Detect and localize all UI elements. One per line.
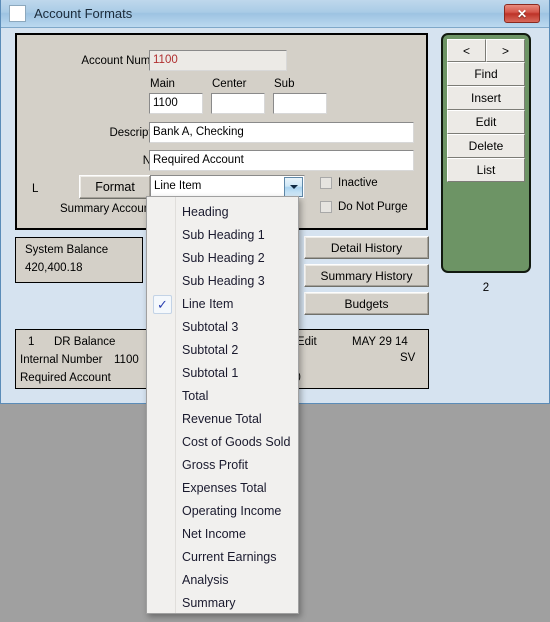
dropdown-item-label: Sub Heading 2	[182, 251, 265, 265]
window-title: Account Formats	[34, 6, 133, 21]
dropdown-item-label: Revenue Total	[182, 412, 262, 426]
sub-label: Sub	[274, 78, 295, 90]
dropdown-item-label: Subtotal 3	[182, 320, 239, 334]
account-number-field[interactable]: 1100	[149, 50, 287, 71]
chevron-down-icon[interactable]	[284, 177, 303, 197]
dropdown-item[interactable]: Operating Income	[147, 500, 298, 523]
dropdown-item[interactable]: Subtotal 2	[147, 339, 298, 362]
dropdown-item[interactable]: Heading	[147, 201, 298, 224]
sub-field[interactable]	[273, 93, 327, 114]
dropdown-item[interactable]: Subtotal 3	[147, 316, 298, 339]
dropdown-item[interactable]: Sub Heading 2	[147, 247, 298, 270]
do-not-purge-checkbox-label: Do Not Purge	[338, 201, 408, 213]
inactive-checkbox-label: Inactive	[338, 177, 378, 189]
budgets-button[interactable]: Budgets	[304, 292, 429, 315]
dropdown-item-label: Expenses Total	[182, 481, 267, 495]
dropdown-item[interactable]: Cost of Goods Sold	[147, 431, 298, 454]
checkbox-box	[320, 201, 332, 213]
dropdown-item-label: Summary	[182, 596, 236, 610]
l-label: L	[32, 183, 39, 195]
last-edit-user: SV	[400, 352, 416, 364]
last-edit-date: MAY 29 14	[352, 336, 408, 348]
dropdown-item[interactable]: ✓ Line Item	[147, 293, 298, 316]
inactive-checkbox[interactable]: Inactive	[320, 177, 378, 189]
status-note: Required Account	[20, 372, 111, 384]
dropdown-item[interactable]: Analysis	[147, 569, 298, 592]
dropdown-item-label: Net Income	[182, 527, 246, 541]
dropdown-item-label: Current Earnings	[182, 550, 277, 564]
dropdown-item[interactable]: Revenue Total	[147, 408, 298, 431]
system-balance-value: 420,400.18	[25, 262, 83, 274]
dropdown-item[interactable]: Current Earnings	[147, 546, 298, 569]
note-field[interactable]: Required Account	[149, 150, 414, 171]
close-icon[interactable]: ✕	[504, 4, 540, 23]
system-balance-box: System Balance 420,400.18	[15, 237, 143, 283]
dropdown-item[interactable]: Subtotal 1	[147, 362, 298, 385]
main-label: Main	[150, 78, 175, 90]
main-field[interactable]: 1100	[149, 93, 203, 114]
dropdown-item-label: Gross Profit	[182, 458, 248, 472]
record-navigation-panel: < > Find Insert Edit Delete List	[441, 33, 531, 273]
dropdown-items: Heading Sub Heading 1 Sub Heading 2 Sub Hea…	[147, 201, 298, 615]
internal-number-value: 1100	[114, 354, 139, 366]
checkbox-box	[320, 177, 332, 189]
dropdown-item-label: Subtotal 1	[182, 366, 239, 380]
delete-button[interactable]: Delete	[447, 134, 525, 158]
dropdown-item-label: Subtotal 2	[182, 343, 239, 357]
format-button[interactable]: Format	[79, 175, 151, 199]
find-button[interactable]: Find	[447, 62, 525, 86]
format-combobox-value: Line Item	[154, 180, 202, 192]
center-label: Center	[212, 78, 247, 90]
summary-account-label: Summary Account	[60, 203, 154, 215]
dropdown-item-label: Total	[182, 389, 209, 403]
dropdown-item-label: Sub Heading 1	[182, 228, 265, 242]
next-record-button[interactable]: >	[486, 39, 525, 62]
summary-history-button[interactable]: Summary History	[304, 264, 429, 287]
edit-button[interactable]: Edit	[447, 110, 525, 134]
check-icon: ✓	[153, 295, 172, 314]
system-balance-label: System Balance	[25, 244, 109, 256]
dropdown-item[interactable]: Gross Profit	[147, 454, 298, 477]
status-sequence-number: 1	[28, 336, 35, 348]
description-field[interactable]: Bank A, Checking	[149, 122, 414, 143]
dropdown-item[interactable]: Sub Heading 1	[147, 224, 298, 247]
insert-button[interactable]: Insert	[447, 86, 525, 110]
dropdown-item-label: Sub Heading 3	[182, 274, 265, 288]
do-not-purge-checkbox[interactable]: Do Not Purge	[320, 201, 408, 213]
dropdown-item-label: Operating Income	[182, 504, 282, 518]
format-dropdown-list[interactable]: Heading Sub Heading 1 Sub Heading 2 Sub Hea…	[146, 196, 299, 614]
dropdown-item-label: Cost of Goods Sold	[182, 435, 291, 449]
status-balance-type: DR Balance	[54, 336, 116, 348]
dropdown-item[interactable]: Net Income	[147, 523, 298, 546]
dropdown-item[interactable]: Total	[147, 385, 298, 408]
detail-history-button[interactable]: Detail History	[304, 236, 429, 259]
center-field[interactable]	[211, 93, 265, 114]
record-count-label: 2	[482, 282, 490, 294]
internal-number-label: Internal Number	[20, 354, 103, 366]
dropdown-item[interactable]: Sub Heading 3	[147, 270, 298, 293]
dropdown-item-label: Line Item	[182, 297, 234, 311]
dropdown-item-label: Heading	[182, 205, 229, 219]
window-titlebar: Account Formats ✕	[1, 0, 549, 28]
dropdown-item-label: Analysis	[182, 573, 229, 587]
dropdown-item[interactable]: Summary	[147, 592, 298, 615]
list-button[interactable]: List	[447, 158, 525, 182]
dropdown-item[interactable]: Expenses Total	[147, 477, 298, 500]
window-icon	[9, 5, 26, 22]
account-status-box: 1 DR Balance Internal Number 1100 Requir…	[15, 329, 153, 389]
previous-record-button[interactable]: <	[447, 39, 486, 62]
